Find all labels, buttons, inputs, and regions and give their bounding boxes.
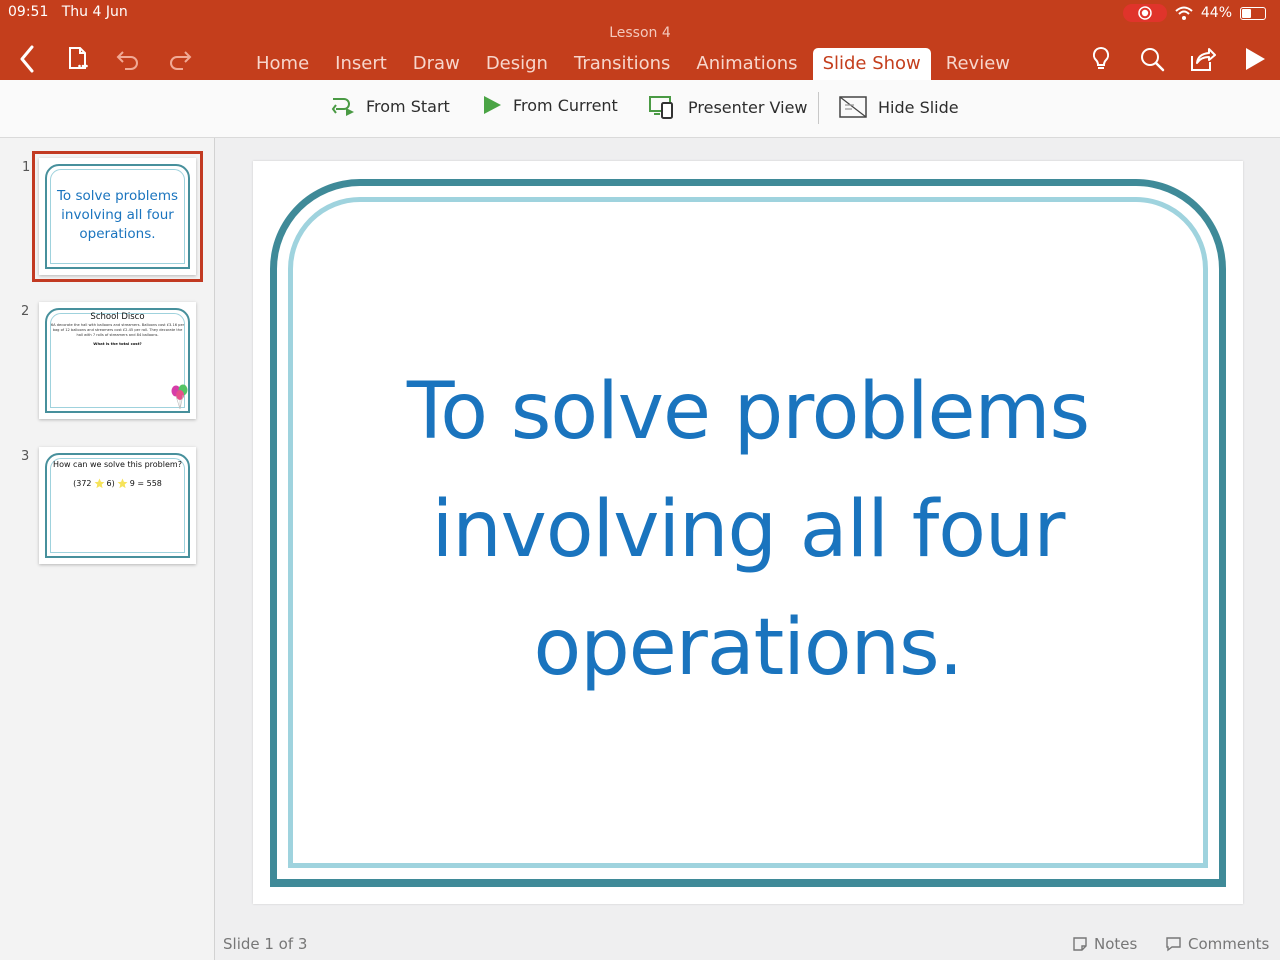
tab-slide-show[interactable]: Slide Show bbox=[812, 48, 931, 80]
slide-indicator: Slide 1 of 3 bbox=[223, 935, 308, 953]
slide-thumbnail-pane: 1 To solve problems involving all four o… bbox=[0, 138, 215, 960]
status-time: 09:51 Thu 4 Jun bbox=[8, 4, 128, 20]
slide-thumbnail-1[interactable]: To solve problems involving all four ope… bbox=[32, 151, 203, 282]
share-button[interactable] bbox=[1187, 42, 1217, 76]
tell-me-button[interactable] bbox=[1088, 42, 1114, 76]
thumbnail-2-title: School Disco bbox=[90, 312, 145, 322]
thumbnail-number: 3 bbox=[21, 449, 30, 464]
equation-right: 9 = 558 bbox=[129, 479, 162, 488]
thumbnail-2-question: What is the total cost? bbox=[93, 341, 142, 346]
wifi-icon bbox=[1175, 6, 1193, 20]
from-start-button[interactable]: From Start bbox=[330, 94, 450, 118]
comments-button[interactable]: Comments bbox=[1165, 935, 1269, 953]
undo-icon bbox=[116, 51, 138, 70]
star-icon bbox=[117, 478, 128, 489]
slide-title-text: To solve problems involving all four ope… bbox=[406, 367, 1090, 693]
presenter-view-label: Presenter View bbox=[688, 97, 808, 117]
hide-slide-label: Hide Slide bbox=[878, 97, 959, 117]
tab-animations[interactable]: Animations bbox=[685, 48, 808, 80]
thumbnail-3-question: How can we solve this problem? bbox=[53, 460, 182, 469]
tab-insert[interactable]: Insert bbox=[324, 48, 398, 80]
search-button[interactable] bbox=[1137, 42, 1167, 76]
from-start-icon bbox=[331, 98, 354, 116]
battery-percent: 44% bbox=[1200, 5, 1232, 21]
play-green-icon bbox=[484, 96, 501, 114]
tab-home[interactable]: Home bbox=[245, 48, 320, 80]
chevron-left-icon bbox=[20, 45, 34, 73]
battery-fill bbox=[1242, 8, 1251, 18]
tab-review[interactable]: Review bbox=[935, 48, 1021, 80]
notes-label: Notes bbox=[1094, 935, 1138, 953]
tab-design[interactable]: Design bbox=[475, 48, 559, 80]
presenter-view-icon bbox=[649, 96, 673, 119]
balloons-icon bbox=[171, 384, 188, 410]
slide-thumbnail-2[interactable]: School Disco 6A decorate the hall with b… bbox=[39, 302, 196, 419]
from-start-label: From Start bbox=[366, 96, 450, 116]
back-button[interactable] bbox=[12, 42, 42, 76]
status-indicators: 44% bbox=[1122, 4, 1266, 22]
thumbnail-number: 2 bbox=[21, 304, 30, 319]
thumbnail-frame-inner bbox=[50, 458, 185, 553]
hide-slide-button[interactable]: Hide Slide bbox=[838, 94, 959, 120]
title-bar: 09:51 Thu 4 Jun 44% Lesson 4 Home Insert… bbox=[0, 0, 1280, 80]
current-slide[interactable]: To solve problems involving all four ope… bbox=[253, 161, 1243, 904]
redo-icon bbox=[170, 51, 192, 70]
equation-mid: 6) bbox=[106, 479, 115, 488]
notes-button[interactable]: Notes bbox=[1072, 935, 1137, 953]
redo-button[interactable] bbox=[164, 42, 196, 76]
file-icon bbox=[69, 47, 88, 69]
ribbon-tabs: Home Insert Draw Design Transitions Anim… bbox=[245, 48, 1025, 80]
thumbnail-1-text: To solve problems involving all four ope… bbox=[56, 188, 179, 242]
presenter-view-button[interactable]: Presenter View bbox=[648, 94, 808, 120]
search-icon bbox=[1141, 48, 1165, 72]
equation-left: (372 bbox=[73, 479, 92, 488]
undo-button[interactable] bbox=[112, 42, 144, 76]
document-title: Lesson 4 bbox=[609, 25, 671, 41]
notes-icon bbox=[1073, 937, 1087, 951]
lightbulb-icon bbox=[1092, 46, 1110, 69]
play-slideshow-button[interactable] bbox=[1240, 42, 1270, 76]
battery-icon bbox=[1240, 6, 1266, 20]
from-current-label: From Current bbox=[513, 95, 618, 115]
ribbon-divider bbox=[818, 92, 819, 124]
status-time-text: 09:51 bbox=[8, 4, 49, 20]
comments-icon bbox=[1166, 937, 1181, 952]
comments-label: Comments bbox=[1188, 935, 1270, 953]
screen-record-icon bbox=[1122, 4, 1167, 22]
slide-title[interactable]: To solve problems involving all four ope… bbox=[253, 353, 1243, 707]
hide-slide-icon bbox=[839, 96, 867, 118]
ribbon-toolbar: From Start From Current Presenter View H… bbox=[0, 80, 1280, 138]
tab-transitions[interactable]: Transitions bbox=[563, 48, 681, 80]
slide-thumbnail-3[interactable]: How can we solve this problem? (372 6) 9… bbox=[39, 447, 196, 564]
star-icon bbox=[94, 478, 104, 489]
tab-draw[interactable]: Draw bbox=[402, 48, 471, 80]
thumbnail-3-equation: (372 6) 9 = 558 bbox=[47, 478, 188, 489]
share-icon bbox=[1191, 48, 1216, 71]
from-current-button[interactable]: From Current bbox=[481, 94, 618, 116]
status-date-text: Thu 4 Jun bbox=[61, 4, 128, 20]
thumbnail-2-body: 6A decorate the hall with balloons and s… bbox=[50, 323, 185, 338]
play-icon bbox=[1246, 48, 1265, 70]
file-button[interactable] bbox=[62, 42, 94, 76]
thumbnail-number: 1 bbox=[22, 160, 31, 175]
